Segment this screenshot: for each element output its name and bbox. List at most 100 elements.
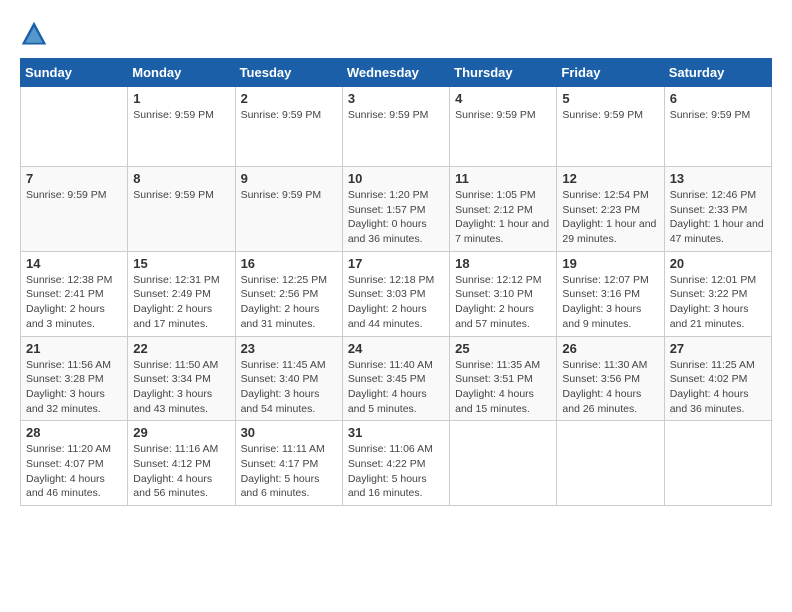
day-number: 10 xyxy=(348,171,444,186)
header-monday: Monday xyxy=(128,59,235,87)
calendar-cell: 27Sunrise: 11:25 AM Sunset: 4:02 PM Dayl… xyxy=(664,336,771,421)
day-info: Sunrise: 11:06 AM Sunset: 4:22 PM Daylig… xyxy=(348,442,444,501)
calendar-cell: 20 Sunrise: 12:01 PM Sunset: 3:22 PM Dayl… xyxy=(664,251,771,336)
day-number: 12 xyxy=(562,171,658,186)
calendar-cell: 7 Sunrise: 9:59 PM xyxy=(21,167,128,252)
calendar-week-row: 14 Sunrise: 12:38 PM Sunset: 2:41 PM Dayl… xyxy=(21,251,772,336)
day-number: 7 xyxy=(26,171,122,186)
day-info: Sunrise: 11:11 AM Sunset: 4:17 PM Daylig… xyxy=(241,442,337,501)
day-number: 22 xyxy=(133,341,229,356)
day-info: Sunrise: 11:16 AM Sunset: 4:12 PM Daylig… xyxy=(133,442,229,501)
calendar-cell: 5 Sunrise: 9:59 PM xyxy=(557,87,664,167)
day-info: Sunrise: 12:31 PM Sunset: 2:49 PM Daylig… xyxy=(133,273,229,332)
calendar-week-row: 28 Sunrise: 11:20 AM Sunset: 4:07 PM Dayl… xyxy=(21,421,772,506)
day-number: 8 xyxy=(133,171,229,186)
calendar-cell: 29 Sunrise: 11:16 AM Sunset: 4:12 PM Dayl… xyxy=(128,421,235,506)
header-saturday: Saturday xyxy=(664,59,771,87)
calendar-cell: 31 Sunrise: 11:06 AM Sunset: 4:22 PM Dayl… xyxy=(342,421,449,506)
header-sunday: Sunday xyxy=(21,59,128,87)
day-info: Sunrise: 11:50 AM Sunset: 3:34 PM Daylig… xyxy=(133,358,229,417)
day-info: Sunrise: 11:56 AM Sunset: 3:28 PM Daylig… xyxy=(26,358,122,417)
calendar-cell: 24 Sunrise: 11:40 AM Sunset: 3:45 PM Dayl… xyxy=(342,336,449,421)
day-info: Sunrise: 9:59 PM xyxy=(241,188,337,203)
calendar-cell: 14 Sunrise: 12:38 PM Sunset: 2:41 PM Dayl… xyxy=(21,251,128,336)
day-number: 3 xyxy=(348,91,444,106)
calendar-cell: 3 Sunrise: 9:59 PM xyxy=(342,87,449,167)
calendar-cell: 13Sunrise: 12:46 PM Sunset: 2:33 PM Dayl… xyxy=(664,167,771,252)
header-wednesday: Wednesday xyxy=(342,59,449,87)
day-info: Sunrise: 11:35 AM Sunset: 3:51 PM Daylig… xyxy=(455,358,551,417)
day-number: 28 xyxy=(26,425,122,440)
calendar-cell: 8 Sunrise: 9:59 PM xyxy=(128,167,235,252)
day-number: 25 xyxy=(455,341,551,356)
day-number: 15 xyxy=(133,256,229,271)
calendar-cell: 16 Sunrise: 12:25 PM Sunset: 2:56 PM Dayl… xyxy=(235,251,342,336)
calendar-cell: 19 Sunrise: 12:07 PM Sunset: 3:16 PM Dayl… xyxy=(557,251,664,336)
day-info: Sunrise: 11:30 AM Sunset: 3:56 PM Daylig… xyxy=(562,358,658,417)
day-number: 24 xyxy=(348,341,444,356)
calendar-cell: 21 Sunrise: 11:56 AM Sunset: 3:28 PM Dayl… xyxy=(21,336,128,421)
day-number: 16 xyxy=(241,256,337,271)
day-info: Sunrise: 9:59 PM xyxy=(670,108,766,123)
calendar-cell: 22 Sunrise: 11:50 AM Sunset: 3:34 PM Dayl… xyxy=(128,336,235,421)
day-number: 13 xyxy=(670,171,766,186)
day-info: Sunrise: 1:20 PM Sunset: 1:57 PM Dayligh… xyxy=(348,188,444,247)
day-number: 9 xyxy=(241,171,337,186)
calendar-cell xyxy=(21,87,128,167)
day-number: 19 xyxy=(562,256,658,271)
day-info: Sunrise: 12:38 PM Sunset: 2:41 PM Daylig… xyxy=(26,273,122,332)
calendar-week-row: 1Sunrise: 9:59 PM2Sunrise: 9:59 PM3Sunri… xyxy=(21,87,772,167)
calendar-cell: 15 Sunrise: 12:31 PM Sunset: 2:49 PM Dayl… xyxy=(128,251,235,336)
day-info: Sunrise: 11:20 AM Sunset: 4:07 PM Daylig… xyxy=(26,442,122,501)
day-number: 14 xyxy=(26,256,122,271)
day-number: 1 xyxy=(133,91,229,106)
day-number: 21 xyxy=(26,341,122,356)
calendar-table: SundayMondayTuesdayWednesdayThursdayFrid… xyxy=(20,58,772,506)
day-number: 20 xyxy=(670,256,766,271)
calendar-header-row: SundayMondayTuesdayWednesdayThursdayFrid… xyxy=(21,59,772,87)
calendar-cell: 10 Sunrise: 1:20 PM Sunset: 1:57 PM Dayli… xyxy=(342,167,449,252)
header-thursday: Thursday xyxy=(450,59,557,87)
calendar-cell: 28 Sunrise: 11:20 AM Sunset: 4:07 PM Dayl… xyxy=(21,421,128,506)
day-info: Sunrise: 9:59 PM xyxy=(133,188,229,203)
calendar-cell: 4Sunrise: 9:59 PM xyxy=(450,87,557,167)
day-number: 6 xyxy=(670,91,766,106)
day-number: 2 xyxy=(241,91,337,106)
page-header xyxy=(20,20,772,48)
calendar-week-row: 7 Sunrise: 9:59 PM 8 Sunrise: 9:59 PM 9 Sunri… xyxy=(21,167,772,252)
calendar-cell: 9 Sunrise: 9:59 PM xyxy=(235,167,342,252)
calendar-cell xyxy=(450,421,557,506)
day-info: Sunrise: 9:59 PM xyxy=(241,108,337,123)
logo-icon xyxy=(20,20,48,48)
day-info: Sunrise: 9:59 PM xyxy=(455,108,551,123)
day-number: 11 xyxy=(455,171,551,186)
calendar-cell: 6 Sunrise: 9:59 PM xyxy=(664,87,771,167)
day-info: Sunrise: 12:01 PM Sunset: 3:22 PM Daylig… xyxy=(670,273,766,332)
day-info: Sunrise: 12:07 PM Sunset: 3:16 PM Daylig… xyxy=(562,273,658,332)
calendar-cell: 12Sunrise: 12:54 PM Sunset: 2:23 PM Dayl… xyxy=(557,167,664,252)
logo xyxy=(20,20,52,48)
calendar-cell: 26Sunrise: 11:30 AM Sunset: 3:56 PM Dayl… xyxy=(557,336,664,421)
calendar-cell: 30Sunrise: 11:11 AM Sunset: 4:17 PM Dayl… xyxy=(235,421,342,506)
calendar-cell: 1Sunrise: 9:59 PM xyxy=(128,87,235,167)
calendar-cell: 11 Sunrise: 1:05 PM Sunset: 2:12 PM Dayli… xyxy=(450,167,557,252)
day-info: Sunrise: 12:12 PM Sunset: 3:10 PM Daylig… xyxy=(455,273,551,332)
calendar-cell: 17Sunrise: 12:18 PM Sunset: 3:03 PM Dayl… xyxy=(342,251,449,336)
day-info: Sunrise: 9:59 PM xyxy=(562,108,658,123)
day-info: Sunrise: 9:59 PM xyxy=(348,108,444,123)
day-info: Sunrise: 1:05 PM Sunset: 2:12 PM Dayligh… xyxy=(455,188,551,247)
day-info: Sunrise: 11:45 AM Sunset: 3:40 PM Daylig… xyxy=(241,358,337,417)
day-info: Sunrise: 11:40 AM Sunset: 3:45 PM Daylig… xyxy=(348,358,444,417)
calendar-cell: 18Sunrise: 12:12 PM Sunset: 3:10 PM Dayl… xyxy=(450,251,557,336)
calendar-cell xyxy=(664,421,771,506)
calendar-week-row: 21 Sunrise: 11:56 AM Sunset: 3:28 PM Dayl… xyxy=(21,336,772,421)
calendar-cell: 23 Sunrise: 11:45 AM Sunset: 3:40 PM Dayl… xyxy=(235,336,342,421)
day-number: 29 xyxy=(133,425,229,440)
day-number: 5 xyxy=(562,91,658,106)
day-info: Sunrise: 12:25 PM Sunset: 2:56 PM Daylig… xyxy=(241,273,337,332)
day-number: 27 xyxy=(670,341,766,356)
day-info: Sunrise: 9:59 PM xyxy=(26,188,122,203)
day-number: 17 xyxy=(348,256,444,271)
day-number: 31 xyxy=(348,425,444,440)
day-number: 23 xyxy=(241,341,337,356)
